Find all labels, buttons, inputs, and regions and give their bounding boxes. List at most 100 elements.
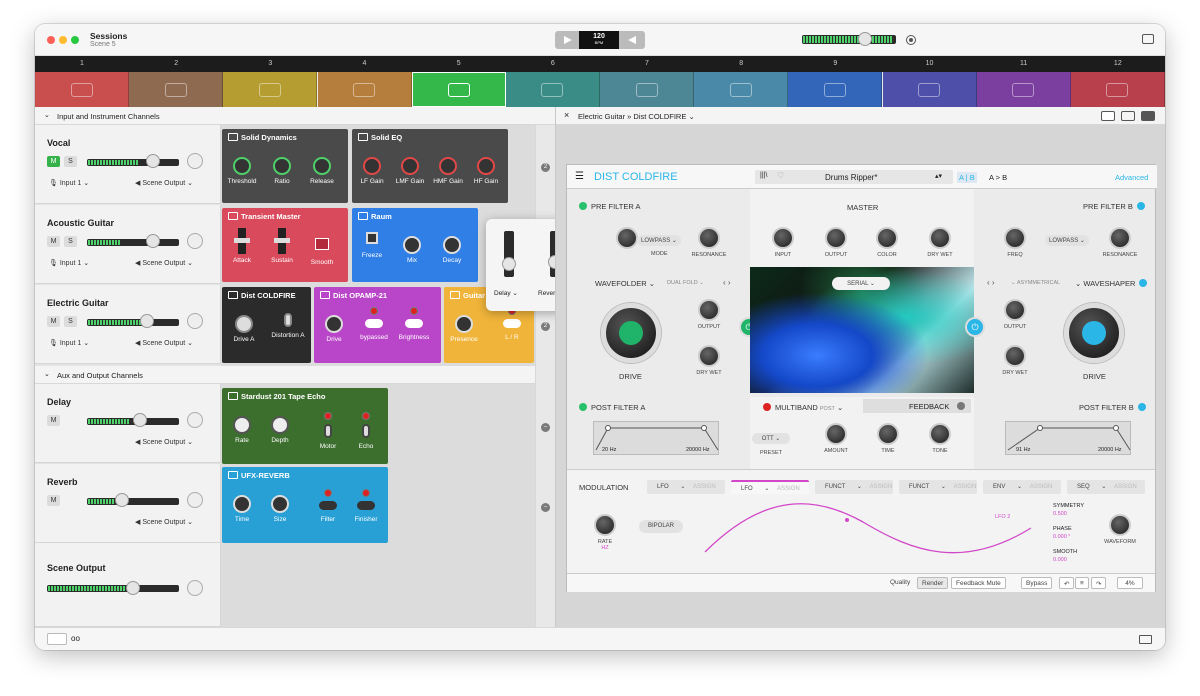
redo-icon[interactable]: ↷: [1091, 577, 1107, 589]
volume-fader[interactable]: [87, 498, 179, 505]
mute-button[interactable]: M: [47, 156, 60, 167]
close-window-button[interactable]: [47, 36, 55, 44]
pre-b-freq-knob[interactable]: FREQ: [995, 227, 1035, 258]
input-select[interactable]: 🎙 Input 1 ⌄: [49, 179, 89, 187]
input-section-header[interactable]: ⌄ Input and Instrument Channels: [35, 107, 555, 125]
solid-eq-plugin[interactable]: Solid EQ LF Gain LMF Gain HMF Gain HF Ga…: [352, 129, 508, 203]
preset-browser[interactable]: |||\ ♡ Drums Ripper* ▴▾: [755, 170, 953, 184]
presence-knob[interactable]: Presence: [444, 315, 486, 343]
record-button[interactable]: [906, 35, 916, 45]
dual-fold-select[interactable]: DUAL FOLD ⌄: [667, 280, 704, 286]
finisher-toggle[interactable]: Finisher: [344, 489, 388, 523]
output-knob[interactable]: OUTPUT: [816, 227, 856, 258]
advanced-button[interactable]: Advanced: [1115, 173, 1148, 182]
drive-a-big-knob[interactable]: [601, 303, 661, 363]
track-tile[interactable]: [1070, 72, 1165, 107]
ws-dry-wet-knob[interactable]: DRY WET: [995, 345, 1035, 376]
sends-button[interactable]: 2: [541, 322, 550, 331]
waveshaper-power-icon[interactable]: ⏻: [965, 317, 985, 337]
wf-output-knob[interactable]: OUTPUT: [689, 299, 729, 330]
pre-b-mode-select[interactable]: LOWPASS ⌄: [1045, 235, 1089, 246]
routing-select[interactable]: SERIAL ⌄: [832, 277, 890, 290]
color-knob[interactable]: COLOR: [867, 227, 907, 258]
input-select[interactable]: 🎙 Input 1 ⌄: [49, 339, 89, 347]
raum-plugin[interactable]: Raum Freeze Mix Decay: [352, 208, 478, 282]
editor-breadcrumb[interactable]: Electric Guitar » Dist COLDFIRE: [578, 112, 686, 121]
power-icon[interactable]: [579, 202, 587, 210]
rate-knob[interactable]: RATE HZ: [585, 514, 625, 551]
volume-fader[interactable]: [87, 239, 179, 246]
lfo-params[interactable]: SYMMETRY 0.500 PHASE 0.000 ° SMOOTH 0.000: [1053, 502, 1084, 564]
master-meter[interactable]: [802, 32, 896, 46]
mix-knob[interactable]: Mix: [390, 236, 434, 264]
mute-button[interactable]: M: [47, 495, 60, 506]
pre-filter-a-label[interactable]: PRE FILTER A: [579, 202, 640, 211]
opamp-drive-knob[interactable]: Drive: [314, 315, 356, 343]
track-tile[interactable]: [788, 72, 883, 107]
brightness-toggle[interactable]: Brightness: [392, 307, 436, 341]
tone-knob[interactable]: TONE: [920, 423, 960, 454]
input-select[interactable]: 🎙 Input 1 ⌄: [49, 259, 89, 267]
pre-a-mode-select[interactable]: LOWPASS ⌄: [637, 235, 681, 246]
power-icon[interactable]: [1139, 279, 1148, 287]
mute-button[interactable]: M: [47, 415, 60, 426]
dist-opamp-plugin[interactable]: Dist OPAMP-21 Drive bypassed Brightness: [314, 287, 441, 363]
size-knob[interactable]: Size: [258, 495, 302, 523]
pan-knob[interactable]: [187, 580, 203, 596]
track-tile[interactable]: [976, 72, 1071, 107]
volume-fader[interactable]: [87, 159, 179, 166]
multiband-power-icon[interactable]: [763, 403, 771, 411]
track-tile[interactable]: [694, 72, 789, 107]
rewind-button[interactable]: [619, 31, 645, 49]
ufx-reverb-plugin[interactable]: UFX-REVERB Time Size Filter Finisher: [222, 467, 388, 543]
output-select[interactable]: ◀ Scene Output ⌄: [135, 339, 193, 347]
transient-master-plugin[interactable]: Transient Master Attack Sustain Smooth: [222, 208, 348, 282]
mod-tab[interactable]: FUNCT ⌄ ASSIGN: [899, 480, 977, 494]
feedback-header[interactable]: FEEDBACK: [863, 399, 971, 413]
zoom-level[interactable]: 4%: [1117, 577, 1143, 589]
decay-knob[interactable]: Decay: [430, 236, 474, 264]
pan-knob[interactable]: [187, 153, 203, 169]
history-icon[interactable]: ≡: [1075, 577, 1089, 589]
track-tile[interactable]: [411, 72, 506, 107]
sustain-slider[interactable]: Sustain: [260, 228, 304, 264]
pan-knob[interactable]: [187, 233, 203, 249]
attack-slider[interactable]: Attack: [222, 228, 264, 264]
multiband-label[interactable]: MULTIBAND POST ⌄: [763, 403, 843, 412]
aux-section-header[interactable]: ⌄ Aux and Output Channels: [35, 366, 555, 384]
render-button[interactable]: Render: [917, 577, 949, 589]
track-tile[interactable]: [35, 72, 130, 107]
sidebar-toggle-icon[interactable]: [1142, 34, 1154, 44]
input-knob[interactable]: INPUT: [763, 227, 803, 258]
layout-right-icon[interactable]: [1121, 111, 1135, 121]
layout-full-icon[interactable]: [1141, 111, 1155, 121]
library-icon[interactable]: |||\: [760, 172, 767, 179]
mod-tab[interactable]: FUNCT ⌄ ASSIGN: [815, 480, 893, 494]
feedback-power-icon[interactable]: [957, 402, 965, 410]
time-knob[interactable]: TIME: [868, 423, 908, 454]
delay-send-label[interactable]: Delay ⌄: [494, 289, 518, 297]
hf-gain-knob[interactable]: HF Gain: [464, 157, 508, 185]
preset-nav-arrows[interactable]: ▴▾: [935, 172, 942, 180]
track-tile[interactable]: [882, 72, 977, 107]
output-select[interactable]: ◀ Scene Output ⌄: [135, 438, 193, 446]
pre-filter-b-label[interactable]: PRE FILTER B: [1083, 202, 1145, 211]
add-send-button[interactable]: –: [541, 503, 550, 512]
waveshaper-nav-arrows[interactable]: ‹ ›: [987, 278, 995, 287]
ab-switch[interactable]: A | B: [957, 172, 977, 183]
mod-tab[interactable]: SEQ ⌄ ASSIGN: [1067, 480, 1145, 494]
amount-knob[interactable]: AMOUNT: [816, 423, 856, 454]
pre-b-resonance-knob[interactable]: RESONANCE: [1100, 227, 1140, 258]
mute-button[interactable]: M: [47, 236, 60, 247]
tempo-display[interactable]: 120 BPM: [579, 31, 619, 49]
bipolar-button[interactable]: BIPOLAR: [639, 520, 683, 533]
close-editor-icon[interactable]: ×: [564, 110, 569, 120]
freeze-button[interactable]: Freeze: [352, 232, 394, 259]
copy-a-to-b[interactable]: A > B: [989, 173, 1007, 182]
output-select[interactable]: ◀ Scene Output ⌄: [135, 518, 193, 526]
power-icon[interactable]: [1136, 202, 1145, 210]
solo-button[interactable]: S: [64, 156, 77, 167]
lr-toggle[interactable]: L / R: [490, 307, 534, 341]
undo-icon[interactable]: ↶: [1059, 577, 1075, 589]
power-icon[interactable]: [579, 403, 587, 411]
